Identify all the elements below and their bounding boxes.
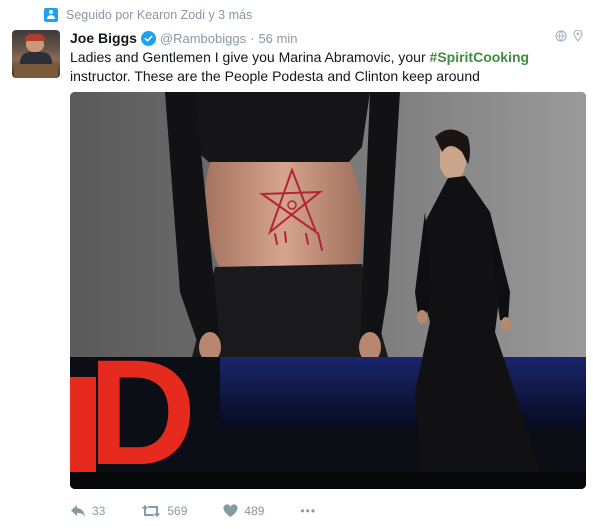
reply-button[interactable]: 33 [70, 504, 105, 518]
reply-icon [71, 505, 85, 517]
author-name[interactable]: Joe Biggs [70, 30, 137, 46]
like-count: 489 [244, 504, 265, 518]
heart-icon [223, 504, 238, 517]
globe-icon [555, 30, 567, 42]
header-separator: · [250, 30, 255, 46]
stage-letters: D [88, 328, 196, 489]
avatar-cap [25, 34, 45, 41]
verified-badge-icon [140, 30, 156, 46]
tweet-text-part1: Ladies and Gentlemen I give you Marina A… [70, 49, 430, 65]
tweet-header: Joe Biggs @Rambobiggs · 56 min [70, 30, 297, 46]
tweet-media-photo[interactable]: D [70, 92, 586, 489]
tweet-text: Ladies and Gentlemen I give you Marina A… [70, 48, 570, 86]
author-handle[interactable]: @Rambobiggs [160, 31, 246, 46]
tweet-meta-icons [555, 30, 583, 42]
retweet-count: 569 [167, 504, 188, 518]
location-pin-icon [573, 30, 583, 42]
social-context[interactable]: Seguido por Kearon Zodi y 3 más [44, 6, 252, 24]
retweet-button[interactable]: 569 [141, 504, 187, 518]
avatar-podium [14, 64, 58, 78]
person-icon [44, 8, 58, 22]
more-options-button[interactable]: ••• [300, 504, 316, 518]
tweet-actions: 33 569 489 ••• [70, 502, 352, 520]
tweet-text-part2: instructor. These are the People Podesta… [70, 68, 480, 84]
hashtag-link[interactable]: #SpiritCooking [430, 49, 530, 65]
social-context-text: Seguido por Kearon Zodi y 3 más [66, 8, 253, 22]
more-options-icon: ••• [300, 504, 317, 518]
tweet-time[interactable]: 56 min [258, 31, 297, 46]
retweet-icon [141, 505, 161, 517]
avatar[interactable] [12, 30, 60, 78]
like-button[interactable]: 489 [223, 504, 264, 518]
reply-count: 33 [92, 504, 106, 518]
